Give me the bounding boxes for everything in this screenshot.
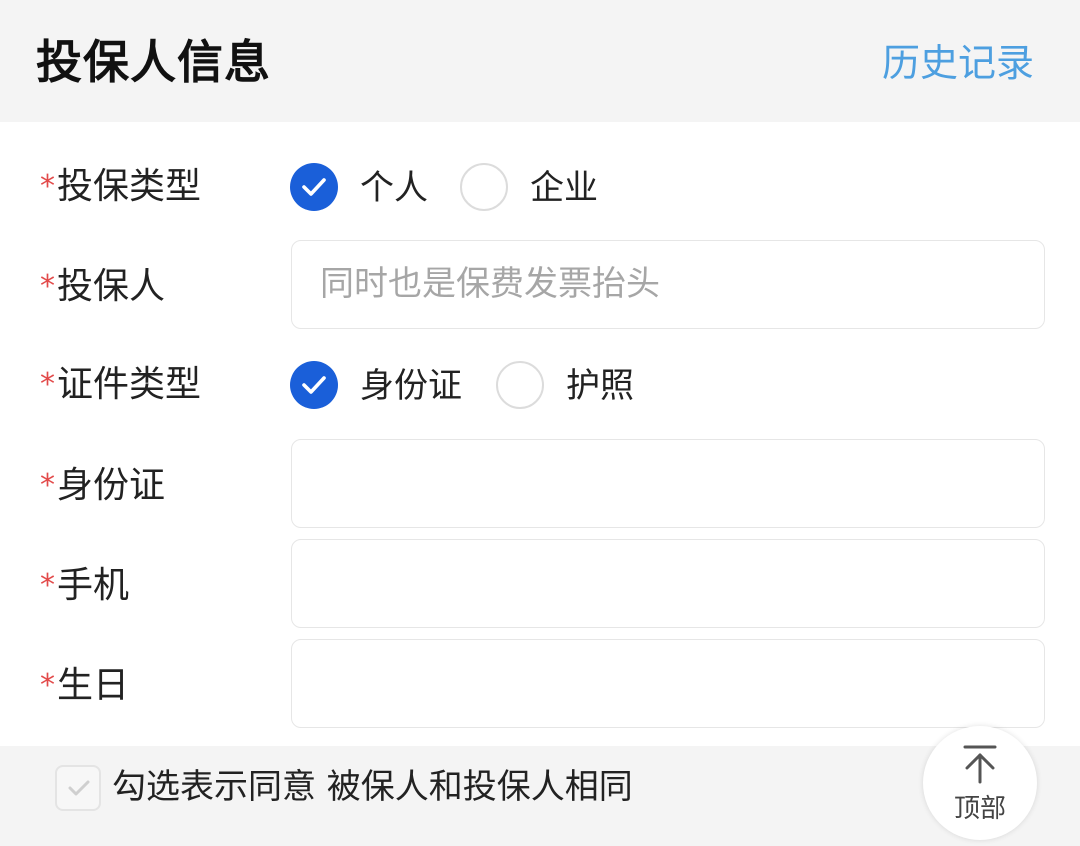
birthday-input-box	[291, 639, 1045, 728]
arrow-up-icon	[963, 745, 997, 784]
required-mark: *	[40, 367, 55, 402]
radio-label: 身份证	[360, 366, 462, 406]
radio-unchecked-icon	[496, 361, 544, 409]
policyholder-input[interactable]	[320, 241, 1020, 327]
footer-bar: 勾选表示同意 被保人和投保人相同	[0, 746, 1080, 846]
policy-type-label: *投保类型	[40, 166, 202, 207]
page-title: 投保人信息	[36, 35, 271, 89]
birthday-label: *生日	[40, 665, 130, 706]
history-records-link[interactable]: 历史记录	[882, 34, 1034, 92]
required-mark: *	[40, 468, 55, 503]
same-as-policyholder-checkbox[interactable]	[55, 765, 101, 811]
id-number-input-box	[291, 439, 1045, 528]
policyholder-label: *投保人	[40, 266, 166, 307]
radio-label: 企业	[530, 168, 598, 208]
radio-label: 护照	[566, 366, 634, 406]
policyholder-form: *投保类型 个人 企业 *投保人 *证件类型	[0, 122, 1080, 746]
phone-label: *手机	[40, 565, 130, 606]
id-type-label: *证件类型	[40, 364, 202, 405]
back-to-top-button[interactable]: 顶部	[923, 726, 1037, 840]
check-icon	[68, 780, 90, 796]
radio-unchecked-icon	[460, 163, 508, 211]
required-mark: *	[40, 668, 55, 703]
phone-input-box	[291, 539, 1045, 628]
id-number-input[interactable]	[320, 440, 1020, 526]
same-as-policyholder-label: 勾选表示同意 被保人和投保人相同	[112, 767, 633, 807]
policyholder-input-box	[291, 240, 1045, 329]
birthday-input[interactable]	[320, 640, 1020, 726]
required-mark: *	[40, 169, 55, 204]
radio-checked-icon	[290, 163, 338, 211]
radio-checked-icon	[290, 361, 338, 409]
required-mark: *	[40, 269, 55, 304]
header: 投保人信息 历史记录	[0, 0, 1080, 122]
required-mark: *	[40, 568, 55, 603]
id-number-label: *身份证	[40, 465, 166, 506]
back-to-top-label: 顶部	[953, 794, 1006, 824]
radio-label: 个人	[360, 168, 428, 208]
phone-input[interactable]	[320, 540, 1020, 626]
